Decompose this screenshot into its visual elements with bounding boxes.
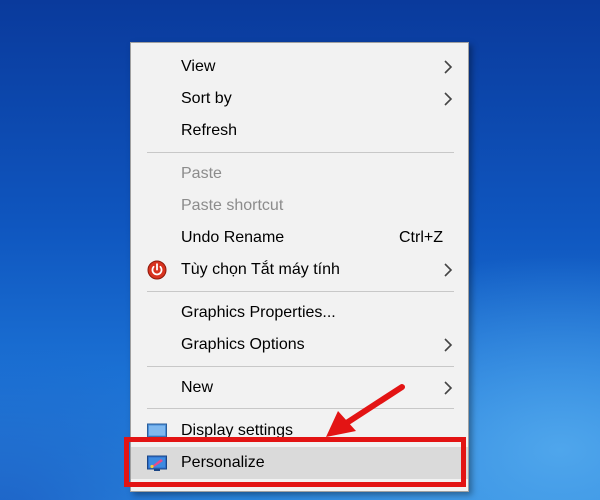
menu-item-label: Graphics Properties... [181, 304, 336, 321]
menu-item-label: Graphics Options [181, 336, 305, 353]
menu-separator [147, 408, 454, 409]
menu-item-label: Tùy chọn Tắt máy tính [181, 261, 340, 278]
menu-item-label: View [181, 58, 216, 75]
power-icon [147, 260, 167, 280]
chevron-right-icon [444, 338, 453, 352]
chevron-right-icon [444, 381, 453, 395]
menu-item-graphics-options[interactable]: Graphics Options [131, 329, 468, 361]
menu-item-shutdown-options[interactable]: Tùy chọn Tắt máy tính [131, 254, 468, 286]
chevron-right-icon [444, 263, 453, 277]
menu-item-refresh[interactable]: Refresh [131, 115, 468, 147]
menu-item-label: Refresh [181, 122, 238, 139]
menu-item-sort-by[interactable]: Sort by [131, 83, 468, 115]
menu-separator [147, 291, 454, 292]
menu-item-label: Sort by [181, 90, 232, 107]
menu-item-undo-rename[interactable]: Undo Rename Ctrl+Z [131, 222, 468, 254]
annotation-highlight-box [124, 437, 466, 487]
shortcut-label: Ctrl+Z [399, 229, 443, 246]
menu-item-paste: Paste [131, 158, 468, 190]
menu-item-label: New [181, 379, 214, 396]
chevron-right-icon [444, 60, 453, 74]
desktop-context-menu: View Sort by Refresh Paste Paste shortcu… [130, 42, 469, 492]
menu-item-new[interactable]: New [131, 372, 468, 404]
menu-item-graphics-properties[interactable]: Graphics Properties... [131, 297, 468, 329]
menu-separator [147, 366, 454, 367]
chevron-right-icon [444, 92, 453, 106]
menu-item-label: Paste [181, 165, 222, 182]
menu-item-paste-shortcut: Paste shortcut [131, 190, 468, 222]
menu-separator [147, 152, 454, 153]
menu-item-view[interactable]: View [131, 51, 468, 83]
menu-item-label: Paste shortcut [181, 197, 284, 214]
menu-item-label: Undo Rename [181, 229, 285, 246]
